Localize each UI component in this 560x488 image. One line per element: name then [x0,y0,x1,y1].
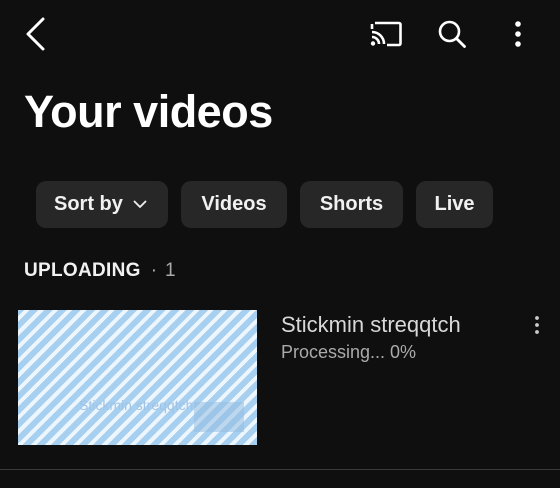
sort-by-label: Sort by [54,193,123,215]
search-button[interactable] [430,12,474,56]
section-title: UPLOADING [24,260,141,281]
search-icon [438,20,466,48]
back-button[interactable] [16,12,56,56]
section-count: 1 [165,260,176,281]
video-title: Stickmin streqqtch [281,312,461,337]
shorts-chip-label: Shorts [319,193,384,215]
more-options-button[interactable] [496,12,540,56]
top-bar [0,0,560,66]
thumbnail-badge [194,402,244,432]
chevron-down-icon [133,200,147,208]
filter-chips: Sort by Videos Shorts Live [36,181,493,228]
cast-button[interactable] [364,12,408,56]
videos-chip[interactable]: Videos [181,181,287,228]
more-vertical-icon [515,21,521,47]
live-chip-label: Live [434,193,475,215]
thumbnail-caption: Stickmin streqqtch [79,397,194,413]
upload-list-item[interactable]: Stickmin streqqtch Stickmin streqqtch Pr… [0,300,560,460]
more-vertical-icon [535,316,539,334]
chevron-left-icon [26,17,45,51]
processing-status: Processing... 0% [281,342,417,362]
live-chip[interactable]: Live [416,181,493,228]
page-title: Your videos [24,86,273,137]
cast-icon [370,21,402,47]
sort-by-chip[interactable]: Sort by [36,181,168,228]
video-more-options-button[interactable] [522,310,552,340]
video-thumbnail[interactable]: Stickmin streqqtch [18,310,257,445]
section-separator: · [150,260,158,281]
shorts-chip[interactable]: Shorts [300,181,403,228]
divider [0,469,560,470]
videos-chip-label: Videos [201,193,267,215]
uploading-section-header: UPLOADING · 1 [24,260,176,282]
